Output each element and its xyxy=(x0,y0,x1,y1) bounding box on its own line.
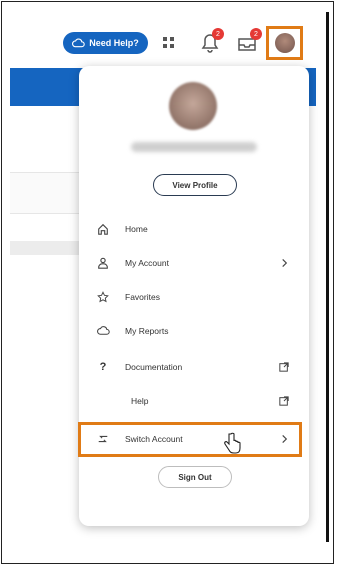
hand-cursor-icon xyxy=(224,432,241,454)
star-icon xyxy=(96,290,110,304)
external-link-icon xyxy=(277,394,291,408)
person-icon xyxy=(96,256,110,270)
question-icon: ? xyxy=(99,361,107,373)
notifications-button[interactable]: 2 xyxy=(200,28,224,56)
need-help-button[interactable]: Need Help? xyxy=(63,32,148,54)
need-help-label: Need Help? xyxy=(89,38,139,48)
cloud-icon xyxy=(96,324,110,338)
inbox-badge: 2 xyxy=(250,28,262,40)
menu-item-my-reports[interactable]: My Reports xyxy=(79,318,309,344)
menu-item-label: Documentation xyxy=(125,362,183,372)
external-link-icon xyxy=(277,360,291,374)
home-icon xyxy=(96,222,110,236)
menu-item-label: My Reports xyxy=(125,326,169,336)
background-panel xyxy=(10,241,85,255)
inbox-button[interactable]: 2 xyxy=(236,28,262,56)
menu-item-documentation[interactable]: ? Documentation xyxy=(79,354,309,380)
avatar xyxy=(274,33,295,53)
menu-item-switch-account[interactable]: Switch Account xyxy=(79,426,309,452)
menu-item-label: Favorites xyxy=(125,292,160,302)
vertical-divider xyxy=(326,12,329,542)
menu-item-label: Switch Account xyxy=(125,434,183,444)
switch-icon xyxy=(96,432,110,446)
view-profile-button[interactable]: View Profile xyxy=(153,174,237,196)
menu-item-home[interactable]: Home xyxy=(79,216,309,242)
menu-item-favorites[interactable]: Favorites xyxy=(79,284,309,310)
background-panel xyxy=(10,172,85,214)
sign-out-label: Sign Out xyxy=(178,472,212,482)
menu-item-my-account[interactable]: My Account xyxy=(79,250,309,276)
top-bar: Need Help? 2 2 xyxy=(10,18,316,66)
sign-out-button[interactable]: Sign Out xyxy=(158,466,232,488)
menu-item-help[interactable]: Help xyxy=(79,388,309,414)
menu-item-label: My Account xyxy=(125,258,169,268)
menu-item-label: Home xyxy=(125,224,148,234)
profile-avatar xyxy=(169,82,217,130)
avatar-button[interactable] xyxy=(266,26,303,60)
account-menu: View Profile Home My Account Favorites M… xyxy=(78,66,309,526)
profile-name-redacted xyxy=(131,142,257,152)
cloud-icon xyxy=(72,38,85,48)
apps-grid-icon[interactable] xyxy=(162,36,176,50)
notifications-badge: 2 xyxy=(212,28,224,40)
menu-item-label: Help xyxy=(131,396,149,406)
view-profile-label: View Profile xyxy=(172,180,218,190)
chevron-right-icon xyxy=(277,256,291,270)
chevron-right-icon xyxy=(277,432,291,446)
